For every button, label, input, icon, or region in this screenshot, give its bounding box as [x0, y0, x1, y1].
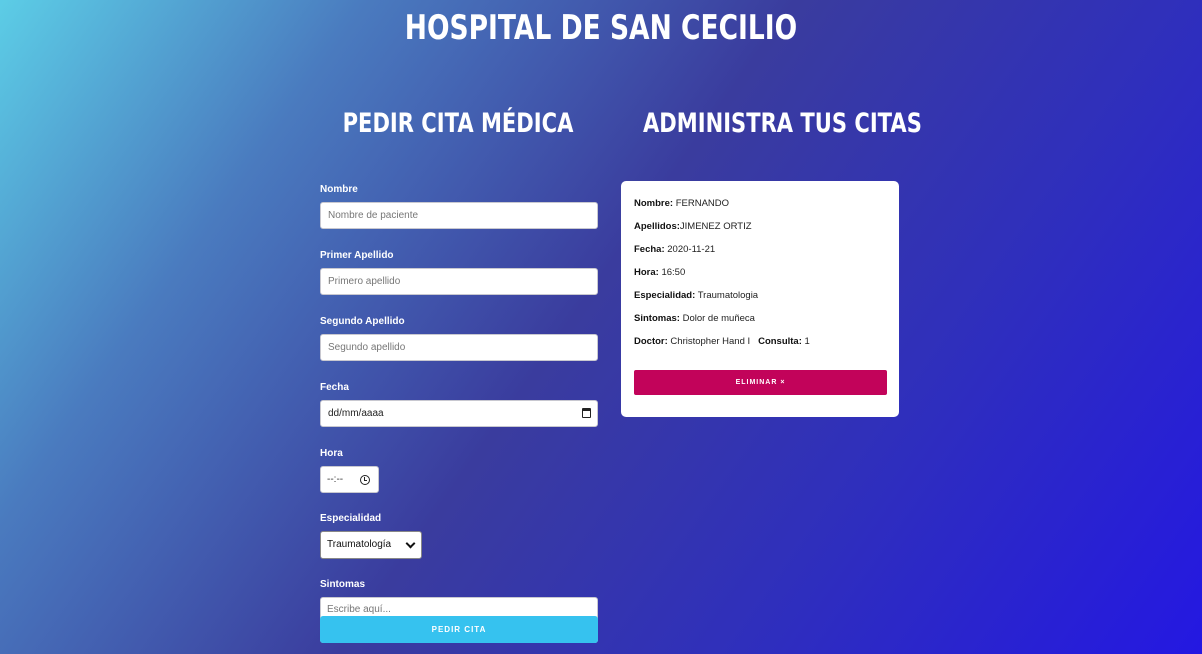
card-apellidos-row: Apellidos:JIMENEZ ORTIZ: [634, 221, 886, 244]
especialidad-select[interactable]: Traumatología: [320, 531, 422, 559]
eliminar-button[interactable]: ELIMINAR ×: [634, 370, 887, 395]
fecha-input[interactable]: dd/mm/aaaa: [320, 400, 598, 427]
hora-label: Hora: [320, 448, 343, 459]
card-especialidad-label: Especialidad:: [634, 290, 696, 301]
card-sintomas-label: Sintomas:: [634, 313, 680, 324]
appointment-form: Nombre Nombre de paciente Primer Apellid…: [320, 184, 598, 643]
card-consulta-label: Consulta:: [758, 336, 802, 347]
clock-icon[interactable]: [360, 475, 370, 485]
card-apellidos-value: JIMENEZ ORTIZ: [679, 221, 752, 232]
card-especialidad-row: Especialidad: Traumatologia: [634, 290, 886, 313]
nombre-label: Nombre: [320, 184, 358, 195]
appointment-card: Nombre: FERNANDO Apellidos:JIMENEZ ORTIZ…: [621, 181, 899, 417]
page-title: HOSPITAL DE SAN CECILIO: [404, 8, 798, 48]
sintomas-placeholder: Escribe aquí...: [327, 604, 391, 615]
calendar-icon[interactable]: [582, 408, 591, 418]
nombre-input[interactable]: Nombre de paciente: [320, 202, 598, 229]
appointments-title: ADMINISTRA TUS CITAS: [643, 108, 922, 139]
segundo-apellido-label: Segundo Apellido: [320, 316, 405, 327]
fecha-label: Fecha: [320, 382, 349, 393]
card-doctor-value: Christopher Hand I: [670, 336, 751, 347]
card-doctor-label: Doctor:: [634, 336, 668, 347]
card-doctor-row: Doctor: Christopher Hand I Consulta: 1: [634, 336, 886, 359]
card-nombre-row: Nombre: FERNANDO: [634, 198, 886, 221]
card-fecha-label: Fecha:: [634, 244, 665, 255]
card-especialidad-value: Traumatologia: [697, 290, 759, 301]
card-hora-label: Hora:: [634, 267, 659, 278]
sintomas-label: Sintomas: [320, 579, 366, 590]
especialidad-label: Especialidad: [320, 513, 382, 524]
hora-value: --:--: [327, 474, 344, 485]
card-fecha-row: Fecha: 2020-11-21: [634, 244, 886, 267]
form-title: PEDIR CITA MÉDICA: [342, 108, 574, 139]
card-consulta-value: 1: [804, 336, 810, 347]
primer-apellido-label: Primer Apellido: [320, 250, 394, 261]
card-nombre-value: FERNANDO: [675, 198, 730, 209]
chevron-down-icon: [405, 538, 416, 549]
card-sintomas-row: Sintomas: Dolor de muñeca: [634, 313, 886, 336]
fecha-value: dd/mm/aaaa: [328, 408, 384, 419]
primer-apellido-input[interactable]: Primero apellido: [320, 268, 598, 295]
segundo-apellido-input[interactable]: Segundo apellido: [320, 334, 598, 361]
card-nombre-label: Nombre:: [634, 198, 674, 209]
especialidad-selected: Traumatología: [327, 539, 392, 550]
card-hora-row: Hora: 16:50: [634, 267, 886, 290]
hora-input[interactable]: --:--: [320, 466, 379, 493]
card-sintomas-value: Dolor de muñeca: [682, 313, 755, 324]
pedir-cita-button[interactable]: PEDIR CITA: [320, 616, 598, 643]
card-fecha-value: 2020-11-21: [667, 244, 716, 255]
card-hora-value: 16:50: [661, 267, 686, 278]
card-apellidos-label: Apellidos:: [634, 221, 680, 232]
